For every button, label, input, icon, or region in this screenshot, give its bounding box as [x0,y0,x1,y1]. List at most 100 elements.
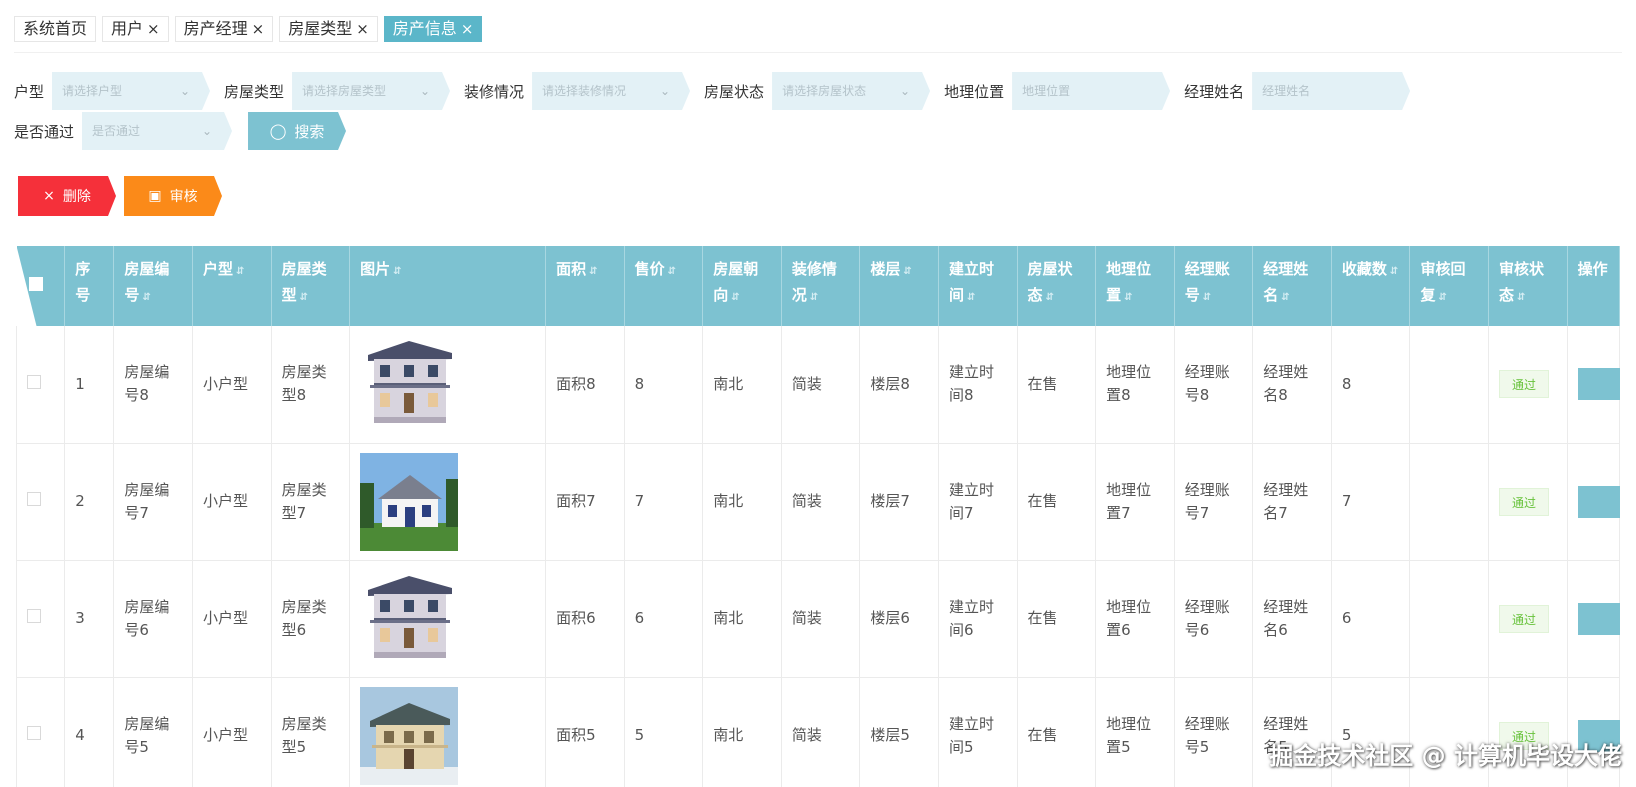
chevron-down-icon: ⌄ [201,124,213,138]
row-checkbox[interactable] [27,492,41,506]
column-header[interactable]: 房屋类型 ⇵ [271,246,351,326]
table-row[interactable]: 2 房屋编号7 小户型 房屋类型7 面积7 7 南北 简装 楼层7 建立时间7 … [16,443,1620,561]
audit-button[interactable]: ▣ 审核 [124,176,222,216]
cell-manager-account: 经理账号7 [1174,443,1254,561]
cell-house-status: 在售 [1017,443,1097,561]
detail-button[interactable]: ✓ [1577,368,1620,401]
tab-house-types[interactable]: 房屋类型 × [279,16,378,42]
cell-manager-account: 经理账号6 [1174,560,1254,678]
cell-huxing: 小户型 [192,560,272,678]
sort-icon[interactable]: ⇵ [903,266,911,277]
delete-button[interactable]: × 删除 [18,176,116,216]
sort-icon[interactable]: ⇵ [668,266,676,277]
column-header[interactable]: 售价 ⇵ [624,246,704,326]
sort-icon[interactable]: ⇵ [142,292,150,303]
column-header[interactable]: 房屋朝向 ⇵ [702,246,782,326]
column-header[interactable]: 审核回复 ⇵ [1409,246,1490,326]
sort-icon[interactable]: ⇵ [589,266,597,277]
cottage-house-image [360,452,459,551]
house-photo[interactable] [360,452,535,551]
house-status-select[interactable]: 请选择房屋状态 ⌄ [772,72,930,110]
column-header[interactable]: 收藏数 ⇵ [1331,246,1411,326]
cell-house-code: 房屋编号8 [113,326,193,444]
column-header[interactable]: 地理位置 ⇵ [1095,246,1175,326]
search-button[interactable]: ◯ 搜索 [248,112,346,150]
column-header[interactable]: 户型 ⇵ [192,246,272,326]
cell-orientation: 南北 [702,443,782,561]
select-all-checkbox[interactable] [28,277,43,291]
column-header[interactable]: 经理账号 ⇵ [1174,246,1254,326]
cell-price: 5 [624,677,704,787]
sort-icon[interactable]: ⇵ [810,292,818,303]
sort-icon[interactable]: ⇵ [393,266,401,277]
placeholder: 是否通过 [92,124,141,138]
tab-users[interactable]: 用户 × [102,16,169,42]
manager-name-input[interactable]: 经理姓名 [1252,72,1410,110]
sort-icon[interactable]: ⇵ [1281,292,1289,303]
column-header[interactable]: 楼层 ⇵ [859,246,939,326]
close-icon[interactable]: × [252,17,265,41]
tab-home[interactable]: 系统首页 [14,16,97,42]
close-icon[interactable]: × [356,17,369,41]
column-header[interactable]: 装修情况 ⇵ [781,246,861,326]
table-row[interactable]: 3 房屋编号6 小户型 房屋类型6 面积6 6 南北 简装 楼层6 建立时间6 … [16,560,1620,678]
search-form: 户型 请选择户型 ⌄ 房屋类型 请选择房屋类型 ⌄ 装修情况 请选择装修情况 ⌄ 房屋… [14,72,1614,152]
status-badge: 通过 [1499,604,1550,633]
huxing-select[interactable]: 请选择户型 ⌄ [52,72,210,110]
filter-label: 户型 [14,82,45,101]
decoration-select[interactable]: 请选择装修情况 ⌄ [532,72,690,110]
row-checkbox-cell [16,326,66,444]
tab-managers[interactable]: 房产经理 × [174,16,274,42]
sort-icon[interactable]: ⇵ [300,292,308,303]
sort-icon[interactable]: ⇵ [1438,292,1446,303]
close-icon[interactable]: × [461,17,474,41]
house-photo[interactable] [360,569,535,668]
cell-huxing: 小户型 [192,677,272,787]
column-label: 售价 [634,260,665,278]
placeholder: 请选择房屋状态 [782,84,867,98]
sort-icon[interactable]: ⇵ [1046,292,1054,303]
sort-icon[interactable]: ⇵ [731,292,739,303]
table-row[interactable]: 1 房屋编号8 小户型 房屋类型8 面积8 8 南北 简装 楼层8 建立时间8 … [16,326,1620,444]
sort-icon[interactable]: ⇵ [967,292,975,303]
detail-button[interactable]: ✓ [1577,602,1620,635]
sort-icon[interactable]: ⇵ [1517,292,1525,303]
cell-house-code: 房屋编号7 [113,443,193,561]
cell-operations: ✓ [1567,326,1620,444]
sort-icon[interactable]: ⇵ [1203,292,1211,303]
column-header[interactable]: 面积 ⇵ [545,246,625,326]
cell-floor: 楼层7 [859,443,939,561]
cell-manager-name: 经理姓名7 [1252,443,1332,561]
row-checkbox-cell [16,677,66,787]
cell-decoration: 简装 [781,560,861,678]
column-header[interactable]: 序号 [64,246,115,326]
cell-favorites: 7 [1331,443,1411,561]
house-type-select[interactable]: 请选择房屋类型 ⌄ [292,72,450,110]
cell-area: 面积5 [545,677,625,787]
data-table: 序号 房屋编号 ⇵ 户型 ⇵ 房屋类型 ⇵ 图片 ⇵ 面积 ⇵ 售价 ⇵ 房屋朝向 ⇵ 装修情… [16,246,1620,787]
detail-button[interactable]: ✓ [1577,485,1620,518]
sort-icon[interactable]: ⇵ [1124,292,1132,303]
column-header[interactable]: 经理姓名 ⇵ [1252,246,1332,326]
cell-created-time: 建立时间7 [938,443,1018,561]
approval-select[interactable]: 是否通过 ⌄ [82,112,232,150]
tab-label: 用户 [111,19,144,38]
column-header[interactable]: 房屋编号 ⇵ [113,246,193,326]
house-photo[interactable] [360,335,535,434]
column-header[interactable]: 审核状态 ⇵ [1488,246,1568,326]
sort-icon[interactable]: ⇵ [236,266,244,277]
row-checkbox[interactable] [27,726,41,740]
column-header[interactable]: 建立时间 ⇵ [938,246,1018,326]
close-icon[interactable]: × [147,17,160,41]
row-checkbox[interactable] [27,609,41,623]
cell-house-code: 房屋编号5 [113,677,193,787]
row-checkbox[interactable] [27,374,41,389]
tab-property-info[interactable]: 房产信息 × [383,16,483,42]
location-input[interactable]: 地理位置 [1012,72,1170,110]
column-header[interactable]: 房屋状态 ⇵ [1017,246,1097,326]
column-header[interactable]: 图片 ⇵ [349,246,547,326]
sort-icon[interactable]: ⇵ [1390,266,1398,277]
house-photo[interactable] [360,686,535,785]
filter-label: 房屋状态 [704,82,765,101]
cell-house-type: 房屋类型7 [271,443,351,561]
